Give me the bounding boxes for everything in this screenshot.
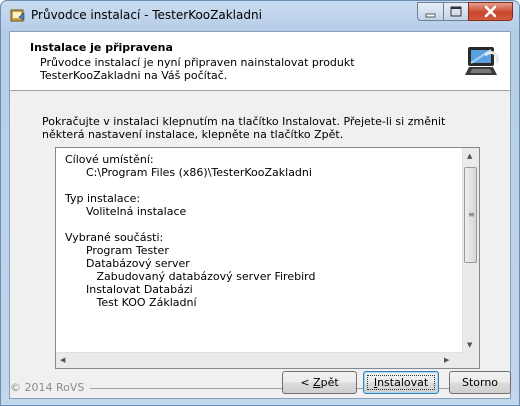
installer-window: Průvodce instalací - TesterKooZakladni I… bbox=[0, 0, 520, 406]
focus-rect bbox=[367, 375, 435, 390]
window-title: Průvodce instalací - TesterKooZakladni bbox=[31, 8, 262, 22]
install-button[interactable]: Instalovat bbox=[363, 371, 439, 394]
wizard-header: Instalace je připravena Průvodce instala… bbox=[10, 32, 510, 91]
back-button-accel: Z bbox=[313, 376, 321, 389]
maximize-icon bbox=[450, 6, 462, 17]
copyright-label: © 2014 RoVS bbox=[10, 381, 91, 394]
back-button-prefix: < bbox=[300, 376, 314, 389]
installer-app-icon bbox=[10, 9, 25, 22]
summary-line: Typ instalace: bbox=[65, 192, 141, 205]
summary-line bbox=[65, 218, 460, 231]
horizontal-scrollbar[interactable]: ◀ ▶ bbox=[56, 352, 463, 368]
close-icon bbox=[484, 5, 497, 18]
page-description: Průvodce instalací je nyní připraven nai… bbox=[40, 56, 355, 82]
scrollbar-corner bbox=[463, 353, 479, 368]
summary-line: Cílové umístění: bbox=[65, 153, 154, 166]
summary-line: Databázový server bbox=[65, 257, 190, 270]
back-button[interactable]: < Zpět bbox=[282, 371, 357, 394]
setup-computer-icon bbox=[465, 47, 499, 75]
back-button-label: pět bbox=[320, 376, 339, 389]
scroll-right-arrow-icon[interactable]: ▶ bbox=[444, 356, 449, 364]
wizard-panel: Instalace je připravena Průvodce instala… bbox=[9, 31, 511, 399]
minimize-icon bbox=[425, 13, 436, 18]
scroll-left-arrow-icon[interactable]: ◀ bbox=[60, 356, 65, 364]
vertical-scroll-thumb[interactable]: ≡ bbox=[464, 167, 477, 263]
close-button[interactable] bbox=[468, 2, 513, 21]
summary-line: C:\Program Files (x86)\TesterKooZakladni bbox=[65, 166, 312, 179]
summary-line: Vybrané součásti: bbox=[65, 231, 164, 244]
summary-memo[interactable]: Cílové umístění: C:\Program Files (x86)\… bbox=[55, 147, 480, 369]
summary-line: Program Tester bbox=[65, 244, 169, 257]
instructions-text: Pokračujte v instalaci klepnutím na tlač… bbox=[42, 115, 446, 141]
minimize-button[interactable] bbox=[417, 2, 444, 21]
summary-line: Zabudovaný databázový server Firebird bbox=[65, 270, 316, 283]
cancel-button[interactable]: Storno bbox=[449, 371, 511, 394]
scroll-down-arrow-icon[interactable]: ▼ bbox=[467, 341, 472, 349]
summary-line: Instalovat Databázi bbox=[65, 283, 193, 296]
summary-line bbox=[65, 179, 460, 192]
summary-line: Test KOO Základní bbox=[65, 296, 197, 309]
summary-line: Volitelná instalace bbox=[65, 205, 187, 218]
vertical-scrollbar[interactable]: ▲ ≡ ▼ bbox=[462, 148, 479, 355]
maximize-button[interactable] bbox=[443, 2, 469, 21]
summary-text: Cílové umístění: C:\Program Files (x86)\… bbox=[65, 153, 460, 309]
grip-icon: ≡ bbox=[468, 210, 475, 219]
page-title: Instalace je připravena bbox=[30, 41, 173, 54]
scroll-up-arrow-icon[interactable]: ▲ bbox=[467, 152, 472, 160]
title-bar[interactable]: Průvodce instalací - TesterKooZakladni bbox=[1, 1, 519, 31]
